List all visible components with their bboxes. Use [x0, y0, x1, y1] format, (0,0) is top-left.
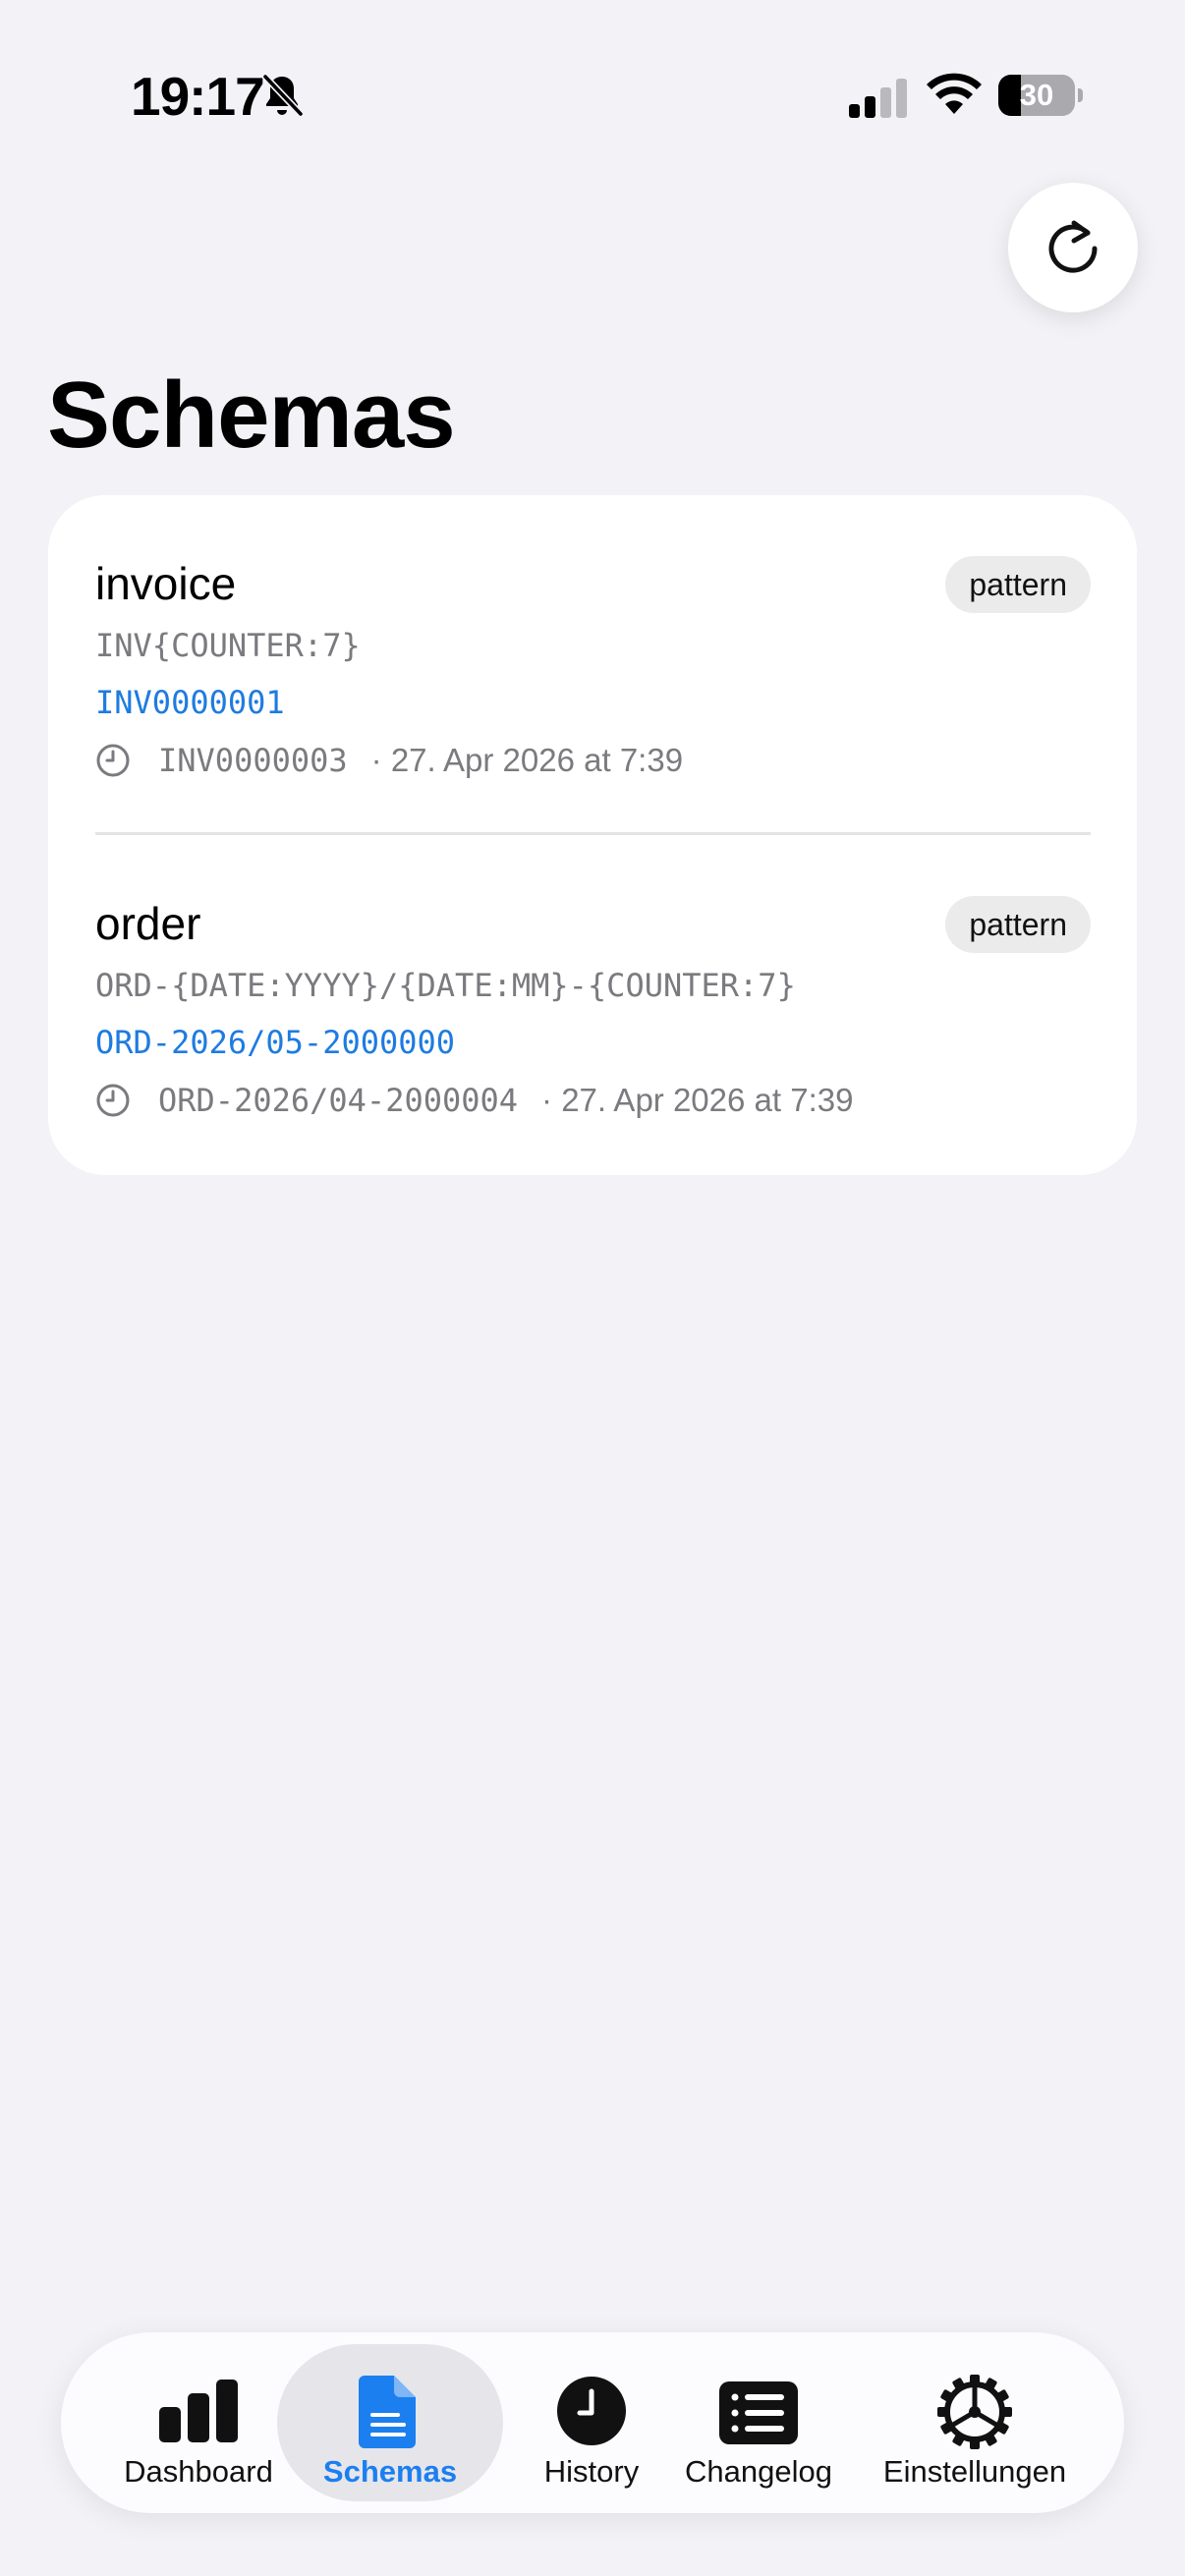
wifi-icon [927, 73, 982, 114]
schema-list: invoice pattern INV{COUNTER:7} INV000000… [48, 495, 1137, 1175]
schema-last-generated: ORD-2026/04-2000004 · 27. Apr 2026 at 7:… [95, 1077, 861, 1124]
tab-bar: Dashboard Schemas History Changelog Eins… [61, 2332, 1124, 2513]
schema-last-generated: INV0000003 · 27. Apr 2026 at 7:39 [95, 737, 691, 784]
status-bar: 19:17 30 [0, 0, 1185, 187]
gear-icon [937, 2375, 1012, 2449]
schema-name: invoice [95, 558, 237, 609]
tab-label: Schemas [322, 2454, 458, 2489]
chart-bar-icon [159, 2380, 238, 2442]
refresh-button[interactable] [1008, 183, 1138, 312]
schema-next-value: ORD-2026/05-2000000 [95, 1024, 456, 1061]
bell-slash-icon [261, 73, 305, 118]
schema-last-date: · 27. Apr 2026 at 7:39 [370, 742, 684, 778]
clock-icon [96, 1084, 130, 1117]
battery-icon: 30 [998, 75, 1083, 116]
tab-dashboard[interactable]: Dashboard [100, 2344, 297, 2501]
tab-label: Einstellungen [882, 2454, 1067, 2489]
tab-schemas[interactable]: Schemas [277, 2344, 503, 2501]
cellular-signal-icon [849, 79, 907, 118]
schema-name: order [95, 898, 201, 949]
schema-pattern: ORD-{DATE:YYYY}/{DATE:MM}-{COUNTER:7} [95, 967, 796, 1004]
page-title: Schemas [47, 363, 456, 468]
schema-last-value: INV0000003 [158, 742, 348, 779]
clock-icon [96, 744, 130, 777]
list-icon [719, 2381, 798, 2444]
tab-settings[interactable]: Einstellungen [857, 2344, 1093, 2501]
document-icon [359, 2376, 416, 2448]
schema-pattern: INV{COUNTER:7} [95, 627, 361, 664]
status-time: 19:17 [131, 66, 265, 127]
schema-type-badge: pattern [945, 556, 1091, 613]
schema-last-value: ORD-2026/04-2000004 [158, 1082, 519, 1119]
divider [95, 832, 1091, 835]
schema-last-date: · 27. Apr 2026 at 7:39 [541, 1082, 854, 1118]
battery-level: 30 [1019, 78, 1054, 112]
refresh-icon [1048, 220, 1098, 273]
tab-changelog[interactable]: Changelog [650, 2344, 867, 2501]
clock-icon [557, 2377, 626, 2445]
tab-label: Dashboard [124, 2454, 273, 2489]
schema-next-value: INV0000001 [95, 684, 285, 721]
tab-label: Changelog [685, 2454, 832, 2489]
schema-type-badge: pattern [945, 896, 1091, 953]
